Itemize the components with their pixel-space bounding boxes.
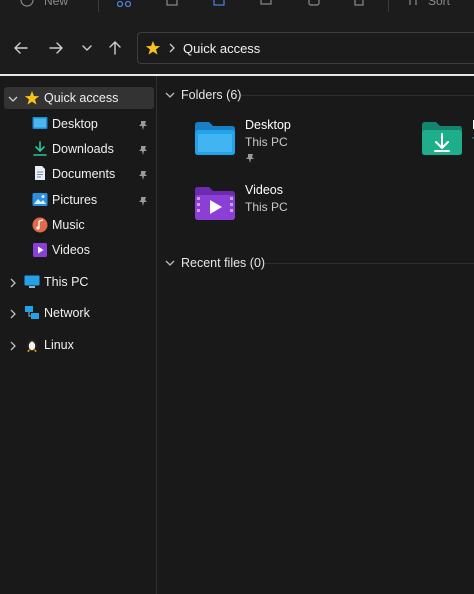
forward-button[interactable] xyxy=(45,37,67,59)
sidebar-item-label: Music xyxy=(52,218,85,232)
folder-location: This PC xyxy=(245,200,288,214)
paste-icon[interactable] xyxy=(212,0,226,7)
new-icon[interactable] xyxy=(20,0,34,7)
folder-name: Videos xyxy=(245,183,283,197)
pin-icon[interactable] xyxy=(138,195,148,206)
sidebar-item-label: Desktop xyxy=(52,117,98,131)
desktop-folder-icon xyxy=(193,120,237,159)
chevron-right-icon[interactable] xyxy=(8,277,18,288)
sidebar-item-network[interactable]: Network xyxy=(4,302,154,324)
sidebar-item-label: Linux xyxy=(44,338,74,352)
chevron-down-icon xyxy=(82,45,92,51)
network-icon xyxy=(24,305,40,321)
folder-name: Desktop xyxy=(245,118,291,132)
copy-icon[interactable] xyxy=(165,0,179,7)
arrow-right-icon xyxy=(49,42,63,54)
toolbar-divider xyxy=(388,0,389,12)
sort-icon[interactable] xyxy=(406,0,420,7)
videos-folder-icon xyxy=(193,185,237,224)
sidebar-item-label: Downloads xyxy=(52,142,114,156)
sidebar-item-documents[interactable]: Documents xyxy=(4,163,154,185)
up-button[interactable] xyxy=(104,37,126,59)
pin-icon[interactable] xyxy=(138,144,148,155)
sidebar-item-label: Quick access xyxy=(44,91,119,105)
rename-icon[interactable] xyxy=(259,0,273,7)
sidebar-item-label: Pictures xyxy=(52,193,98,207)
folder-location: This PC xyxy=(245,135,288,149)
sidebar-item-this-pc[interactable]: This PC xyxy=(4,271,154,293)
chevron-down-icon xyxy=(165,260,175,266)
download-icon xyxy=(32,141,48,157)
recent-files-group-header[interactable]: Recent files (0) xyxy=(165,254,265,272)
folders-group-title: Folders (6) xyxy=(181,88,242,102)
delete-icon[interactable] xyxy=(352,0,366,7)
picture-icon xyxy=(32,192,48,208)
star-icon xyxy=(24,90,40,106)
divider xyxy=(241,95,474,96)
sidebar-item-pictures[interactable]: Pictures xyxy=(4,189,154,211)
folder-tile-downloads[interactable]: D T xyxy=(420,116,474,166)
arrow-up-icon xyxy=(109,41,121,55)
linux-penguin-icon xyxy=(24,336,40,352)
sidebar-item-quick-access[interactable]: Quick access xyxy=(4,87,154,109)
chevron-down-icon xyxy=(165,92,175,98)
chevron-right-icon[interactable] xyxy=(8,308,18,319)
computer-icon xyxy=(24,274,40,290)
document-icon xyxy=(32,165,48,181)
music-icon xyxy=(32,217,48,233)
content-pane: Folders (6) Desktop This PC D T Videos T… xyxy=(157,76,474,594)
chevron-down-icon[interactable] xyxy=(8,93,18,103)
sidebar-item-label: Documents xyxy=(52,167,116,181)
arrow-left-icon xyxy=(14,42,28,54)
sidebar-item-linux[interactable]: Linux xyxy=(4,334,154,356)
star-icon xyxy=(145,40,161,56)
recent-locations-button[interactable] xyxy=(76,37,98,59)
new-button[interactable]: New xyxy=(44,0,68,8)
sidebar-item-label: Network xyxy=(44,306,90,320)
sidebar-item-downloads[interactable]: Downloads xyxy=(4,138,154,160)
recent-files-group-title: Recent files (0) xyxy=(181,256,266,270)
chevron-right-icon[interactable] xyxy=(8,340,18,351)
command-bar: New Sort xyxy=(0,0,474,25)
back-button[interactable] xyxy=(10,37,32,59)
toolbar-divider xyxy=(98,0,99,12)
sidebar-item-label: Videos xyxy=(52,243,90,257)
video-icon xyxy=(32,242,48,258)
chevron-right-icon[interactable] xyxy=(168,43,176,53)
sidebar-item-videos[interactable]: Videos xyxy=(4,239,154,261)
navigation-pane: Quick access Desktop Downloads Documents xyxy=(0,76,157,594)
folders-group-header[interactable]: Folders (6) xyxy=(165,86,241,104)
pin-icon[interactable] xyxy=(138,119,148,130)
pin-icon xyxy=(245,152,255,166)
sidebar-item-music[interactable]: Music xyxy=(4,214,154,236)
address-bar[interactable]: Quick access xyxy=(137,32,474,64)
divider xyxy=(265,263,474,264)
cut-icon[interactable] xyxy=(116,0,132,8)
folder-tile-desktop[interactable]: Desktop This PC xyxy=(193,116,311,166)
sidebar-item-label: This PC xyxy=(44,275,89,289)
downloads-folder-icon xyxy=(420,120,464,159)
share-icon[interactable] xyxy=(307,0,321,7)
breadcrumb-quick-access[interactable]: Quick access xyxy=(183,41,260,56)
pin-icon[interactable] xyxy=(138,169,148,180)
sidebar-item-desktop[interactable]: Desktop xyxy=(4,113,154,135)
sort-button[interactable]: Sort xyxy=(428,0,450,8)
folder-tile-videos[interactable]: Videos This PC xyxy=(193,181,311,231)
desktop-icon xyxy=(32,116,48,132)
